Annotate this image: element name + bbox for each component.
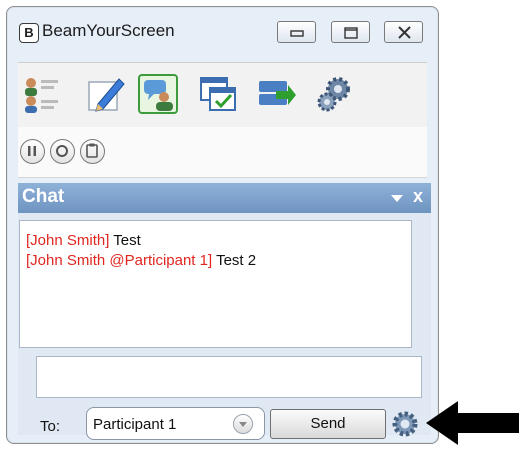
recipient-value: Participant 1 [93, 416, 177, 433]
chat-messages: [John Smith] Test [John Smith @Participa… [19, 220, 412, 348]
settings-gears-icon [317, 77, 350, 112]
file-transfer-icon [259, 81, 296, 105]
window-title: BeamYourScreen [42, 21, 175, 40]
chat-settings-gear-icon[interactable] [390, 409, 420, 439]
minimize-button[interactable] [277, 21, 316, 43]
screen-share-icon [200, 77, 236, 111]
collapse-icon[interactable] [391, 195, 403, 202]
minimize-icon [290, 30, 304, 37]
message-sender: [John Smith] [26, 232, 110, 249]
chat-message: [John Smith] Test [26, 231, 405, 251]
message-text: Test 2 [216, 252, 257, 269]
pointer-arrow [426, 401, 519, 445]
file-transfer-tool[interactable] [256, 74, 296, 114]
recipient-select[interactable]: Participant 1 [86, 407, 265, 440]
close-button[interactable] [384, 21, 423, 43]
chevron-down-icon[interactable] [233, 414, 253, 434]
chat-message: [John Smith @Participant 1] Test 2 [26, 251, 405, 271]
annotate-tool[interactable] [86, 74, 126, 114]
chat-close-button[interactable]: x [413, 186, 423, 207]
message-text: Test [113, 232, 141, 249]
record-button[interactable] [50, 139, 75, 164]
toolbar [18, 62, 427, 128]
session-controls [18, 127, 427, 178]
annotate-pencil-icon [88, 78, 125, 112]
record-icon [56, 145, 68, 157]
chat-icon [144, 80, 173, 111]
screen-share-tool[interactable] [198, 74, 238, 114]
clipboard-icon [86, 143, 98, 158]
chat-panel-header: Chat x [18, 183, 431, 213]
maximize-icon [344, 27, 358, 39]
settings-tool[interactable] [314, 74, 354, 114]
message-sender: [John Smith @Participant 1] [26, 252, 213, 269]
clipboard-button[interactable] [80, 139, 105, 164]
chat-compose-input[interactable] [36, 356, 422, 398]
participants-icon [25, 78, 58, 113]
pause-icon [28, 146, 36, 156]
close-icon [398, 26, 411, 39]
pause-button[interactable] [20, 139, 45, 164]
send-button[interactable]: Send [270, 409, 386, 439]
participants-tool[interactable] [21, 74, 61, 114]
to-label: To: [40, 418, 61, 435]
app-logo: B [19, 23, 39, 43]
chat-tool[interactable] [138, 74, 178, 114]
chat-title: Chat [22, 186, 65, 207]
maximize-button[interactable] [331, 21, 370, 43]
